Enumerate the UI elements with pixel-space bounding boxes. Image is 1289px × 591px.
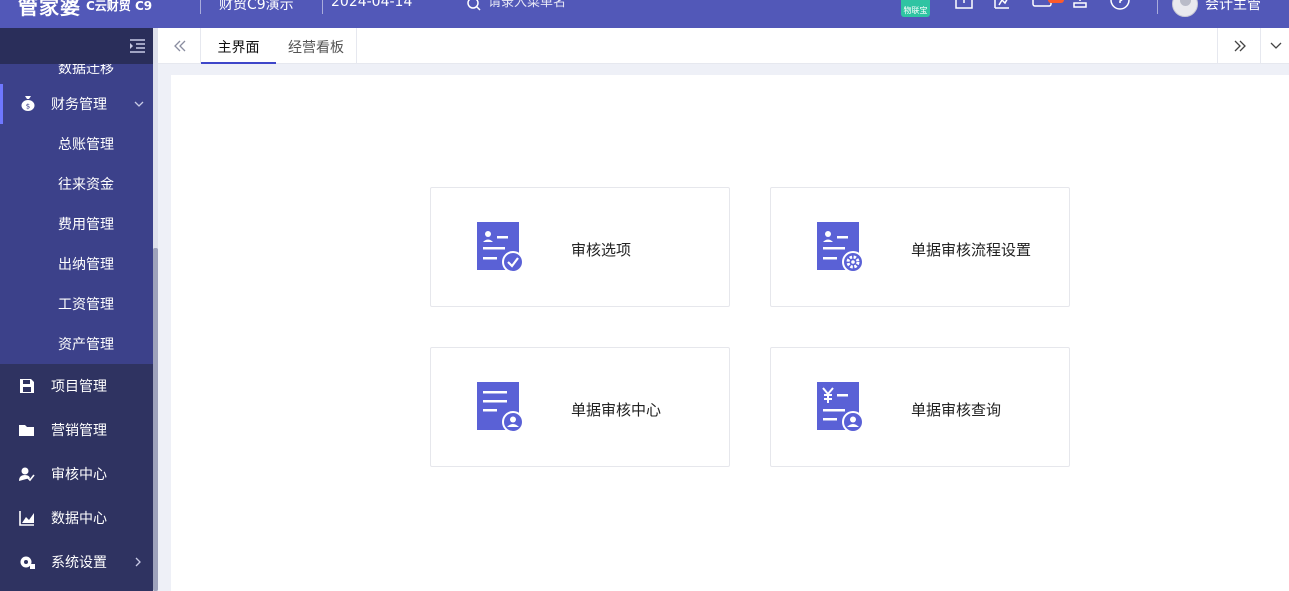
card-audit-query[interactable]: 单据审核查询 bbox=[770, 347, 1070, 467]
stamp-icon[interactable] bbox=[1069, 0, 1091, 14]
tab-scroll-left-button[interactable] bbox=[158, 28, 201, 64]
sidebar-subitem-cashier[interactable]: 出纳管理 bbox=[0, 244, 153, 284]
card-audit-options[interactable]: 审核选项 bbox=[430, 187, 730, 307]
main-content: 审核选项 单据审核流程设置 单据审核中心 单据审核查询 bbox=[171, 75, 1289, 591]
calendar-icon[interactable] bbox=[953, 0, 975, 14]
menu-search-input[interactable] bbox=[488, 0, 708, 12]
sidebar-item-label: 审核中心 bbox=[51, 467, 107, 483]
sidebar-item-data-center[interactable]: 数据中心 bbox=[0, 496, 153, 540]
sidebar-collapse-icon[interactable] bbox=[130, 39, 145, 53]
card-label: 单据审核流程设置 bbox=[911, 241, 1032, 259]
card-audit-center[interactable]: 单据审核中心 bbox=[430, 347, 730, 467]
sidebar-subitem-label: 数据迁移 bbox=[58, 64, 114, 77]
sidebar-subitem-partial[interactable]: 数据迁移 bbox=[0, 64, 153, 84]
sidebar-subitem-label: 往来资金 bbox=[58, 177, 114, 193]
scrollbar-thumb[interactable] bbox=[153, 248, 158, 591]
sidebar-subitem-label: 总账管理 bbox=[58, 137, 114, 153]
card-label: 单据审核中心 bbox=[571, 401, 662, 419]
divider bbox=[322, 0, 323, 14]
sidebar-item-label: 营销管理 bbox=[51, 423, 107, 439]
chevron-down-icon[interactable]: ﹀ bbox=[298, 0, 310, 9]
sidebar-subitem-receivables[interactable]: 往来资金 bbox=[0, 164, 153, 204]
sidebar-subitem-label: 工资管理 bbox=[58, 297, 114, 313]
app-badge-label: 物联宝 bbox=[903, 6, 928, 15]
audit-settings-icon bbox=[817, 222, 864, 273]
folder-icon bbox=[19, 425, 34, 436]
sidebar-collapse-row bbox=[0, 28, 153, 64]
sidebar-group-finance: $ 财务管理 总账管理 往来资金 费用管理 出纳管理 工资管理 资产管理 项目管… bbox=[0, 84, 153, 584]
tab-dashboard[interactable]: 经营看板 bbox=[276, 28, 357, 64]
sidebar-item-system-settings[interactable]: 系统设置 bbox=[0, 540, 153, 584]
sidebar-subitem-label: 资产管理 bbox=[58, 337, 114, 353]
avatar[interactable] bbox=[1172, 0, 1198, 17]
sidebar-item-label: 项目管理 bbox=[51, 379, 107, 395]
chevron-down-icon bbox=[134, 101, 144, 107]
sidebar: 数据迁移 $ 财务管理 总账管理 往来资金 费用管理 出纳管理 工资管理 资产管… bbox=[0, 28, 153, 591]
tab-home[interactable]: 主界面 bbox=[201, 28, 276, 64]
chevron-right-icon bbox=[135, 557, 141, 567]
iot-app-badge[interactable]: 物联宝 bbox=[901, 0, 930, 17]
voucher-user-icon bbox=[817, 382, 864, 433]
sidebar-item-finance[interactable]: $ 财务管理 bbox=[0, 84, 153, 124]
save-icon bbox=[20, 379, 34, 393]
tab-label: 经营看板 bbox=[288, 40, 344, 56]
sidebar-subitem-label: 费用管理 bbox=[58, 217, 114, 233]
divider bbox=[1157, 0, 1158, 14]
double-chevron-right-icon bbox=[1234, 40, 1246, 52]
card-audit-flow-settings[interactable]: 单据审核流程设置 bbox=[770, 187, 1070, 307]
sidebar-item-label: 系统设置 bbox=[51, 555, 107, 571]
sidebar-subitem-label: 出纳管理 bbox=[58, 257, 114, 273]
sidebar-item-audit-center[interactable]: 审核中心 bbox=[0, 452, 153, 496]
brand-subtitle: C云财贸 C9 bbox=[86, 0, 153, 13]
card-label: 单据审核查询 bbox=[911, 401, 1002, 419]
divider bbox=[200, 0, 201, 14]
search-icon[interactable] bbox=[466, 0, 482, 12]
sidebar-item-marketing[interactable]: 营销管理 bbox=[0, 408, 153, 452]
sidebar-subitem-assets[interactable]: 资产管理 bbox=[0, 324, 153, 364]
audit-icon bbox=[19, 467, 35, 482]
sidebar-item-projects[interactable]: 项目管理 bbox=[0, 364, 153, 408]
chart-icon bbox=[19, 511, 34, 526]
sidebar-subitem-payroll[interactable]: 工资管理 bbox=[0, 284, 153, 324]
money-bag-icon: $ bbox=[21, 96, 35, 111]
chevron-down-icon bbox=[1270, 42, 1282, 49]
tab-menu-button[interactable] bbox=[1260, 28, 1289, 64]
sidebar-item-label: 财务管理 bbox=[51, 97, 107, 113]
tab-label: 主界面 bbox=[217, 40, 260, 56]
settings-icon bbox=[20, 556, 35, 569]
sidebar-subitem-ledger[interactable]: 总账管理 bbox=[0, 124, 153, 164]
sidebar-item-label: 数据中心 bbox=[51, 511, 107, 527]
tab-bar: 主界面 经营看板 bbox=[158, 28, 1289, 64]
tab-scroll-right-button[interactable] bbox=[1217, 28, 1260, 64]
session-date[interactable]: 2024-04-14 bbox=[331, 0, 412, 10]
document-user-icon bbox=[477, 382, 524, 433]
report-icon[interactable] bbox=[991, 0, 1013, 14]
double-chevron-left-icon bbox=[174, 40, 186, 52]
card-label: 审核选项 bbox=[571, 241, 632, 259]
company-selector[interactable]: 财贸C9演示 bbox=[219, 0, 294, 14]
sidebar-subitem-expenses[interactable]: 费用管理 bbox=[0, 204, 153, 244]
top-bar: 管家婆 C云财贸 C9 财贸C9演示 ﹀ 2024-04-14 物联宝 会计主管… bbox=[0, 0, 1289, 28]
sidebar-scrollbar[interactable] bbox=[153, 28, 158, 591]
notification-badge bbox=[1048, 0, 1064, 3]
chevron-down-icon[interactable]: ﹀ bbox=[1267, 0, 1279, 9]
username[interactable]: 会计主管 bbox=[1205, 0, 1261, 14]
brand-logo: 管家婆 bbox=[18, 0, 81, 19]
audit-check-icon bbox=[477, 222, 524, 273]
help-icon[interactable] bbox=[1109, 0, 1131, 14]
svg-text:$: $ bbox=[26, 103, 30, 111]
